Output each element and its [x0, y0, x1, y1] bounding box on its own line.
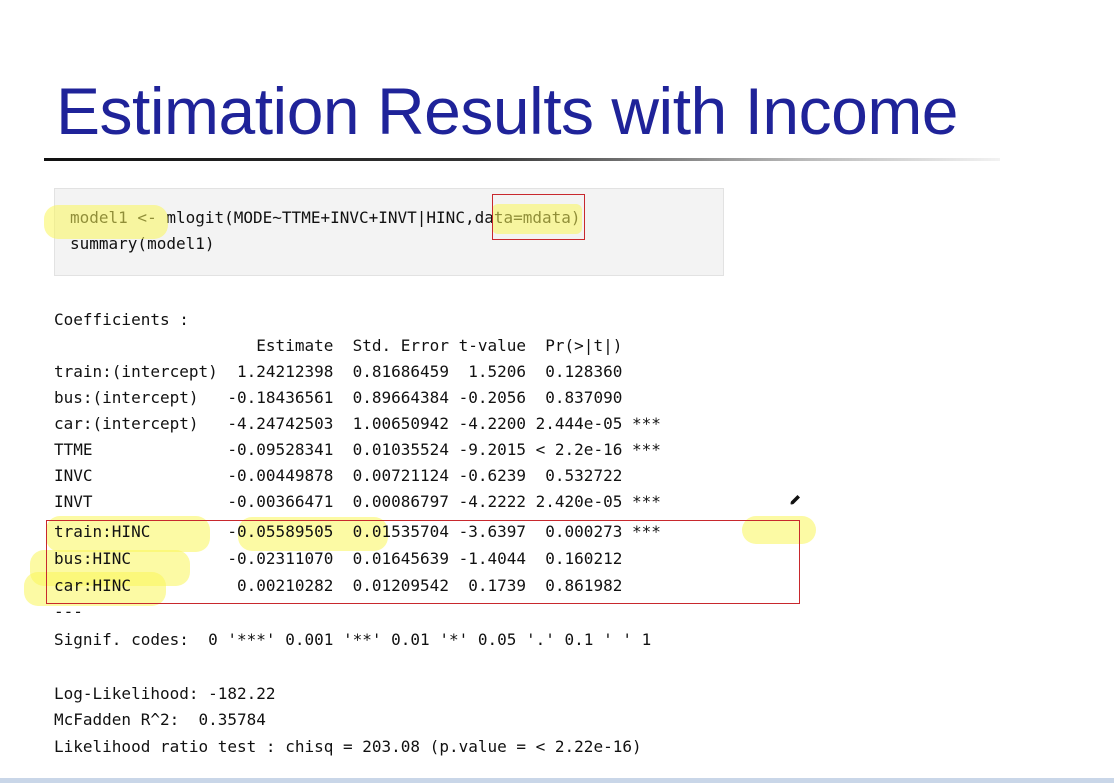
title-divider: [44, 158, 1000, 161]
code-line-model: model1 <- mlogit(MODE~TTME+INVC+INVT|HIN…: [70, 208, 581, 227]
code-line-summary: summary(model1): [70, 234, 215, 253]
table-row: bus:(intercept) -0.18436561 0.89664384 -…: [54, 388, 623, 407]
pen-icon: [789, 495, 800, 506]
table-row: bus:HINC -0.02311070 0.01645639 -1.4044 …: [54, 549, 623, 568]
bottom-divider: [0, 778, 1114, 783]
table-row: INVC -0.00449878 0.00721124 -0.6239 0.53…: [54, 466, 623, 485]
table-row: train:(intercept) 1.24212398 0.81686459 …: [54, 362, 623, 381]
slide-title: Estimation Results with Income: [56, 74, 959, 148]
highlight-train-hinc-signif: [742, 516, 816, 544]
mcfadden-r2: McFadden R^2: 0.35784: [54, 710, 266, 729]
signif-codes: Signif. codes: 0 '***' 0.001 '**' 0.01 '…: [54, 630, 652, 649]
table-row: car:HINC 0.00210282 0.01209542 0.1739 0.…: [54, 576, 623, 595]
table-row: TTME -0.09528341 0.01035524 -9.2015 < 2.…: [54, 440, 661, 459]
table-header: Estimate Std. Error t-value Pr(>|t|): [54, 336, 623, 355]
log-likelihood: Log-Likelihood: -182.22: [54, 684, 276, 703]
separator-line: ---: [54, 602, 83, 621]
table-row: train:HINC -0.05589505 0.01535704 -3.639…: [54, 522, 661, 541]
table-row: car:(intercept) -4.24742503 1.00650942 -…: [54, 414, 661, 433]
code-block: model1 <- mlogit(MODE~TTME+INVC+INVT|HIN…: [54, 188, 724, 276]
coefficients-label: Coefficients :: [54, 310, 189, 329]
likelihood-ratio-test: Likelihood ratio test : chisq = 203.08 (…: [54, 737, 642, 756]
table-row: INVT -0.00366471 0.00086797 -4.2222 2.42…: [54, 492, 661, 511]
